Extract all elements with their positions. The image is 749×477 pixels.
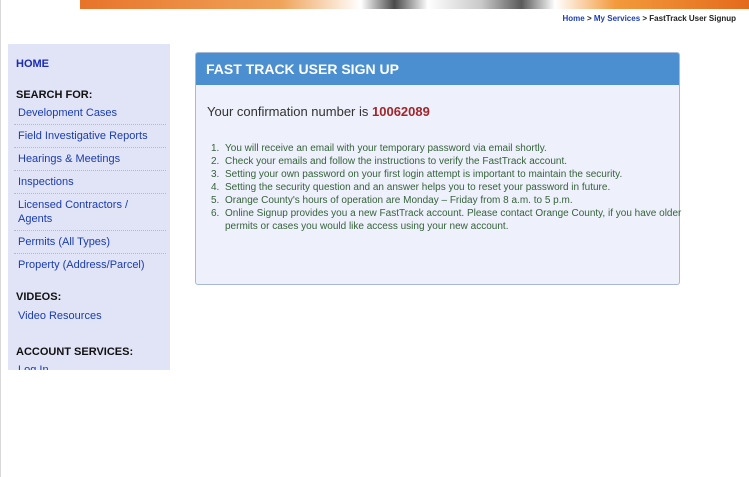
- list-item-text: Online Signup provides you a new FastTra…: [225, 208, 682, 232]
- confirmation-number: 10062089: [372, 104, 430, 119]
- account-services-list: Log In: [14, 359, 166, 370]
- breadcrumb-home-link[interactable]: Home: [563, 14, 585, 23]
- sidebar-item-log-in[interactable]: Log In: [14, 359, 166, 370]
- breadcrumb-my-services-link[interactable]: My Services: [594, 14, 640, 23]
- list-item: 2. Check your emails and follow the instr…: [211, 156, 567, 167]
- sidebar-nav: HOME SEARCH FOR: Development Cases Field…: [8, 44, 170, 370]
- list-item: 6. Online Signup provides you a new FastT…: [211, 208, 682, 232]
- confirmation-label: Your confirmation number is: [207, 104, 369, 119]
- search-for-list: Development Cases Field Investigative Re…: [14, 102, 166, 276]
- list-item-text: Orange County's hours of operation are M…: [225, 195, 573, 206]
- sidebar-home-link[interactable]: HOME: [16, 58, 49, 70]
- breadcrumb-separator: >: [642, 14, 648, 23]
- breadcrumb-current: FastTrack User Signup: [649, 14, 736, 23]
- list-item: 4. Setting the security question and an a…: [211, 182, 611, 193]
- list-item-text: Setting the security question and an ans…: [225, 182, 611, 193]
- breadcrumb-separator: >: [586, 14, 592, 23]
- sidebar-item-video-resources[interactable]: Video Resources: [14, 305, 166, 327]
- list-item-text: You will receive an email with your temp…: [225, 143, 547, 154]
- videos-list: Video Resources: [14, 305, 166, 327]
- sidebar-item-inspections[interactable]: Inspections: [14, 171, 166, 194]
- page-left-border: [0, 0, 1, 477]
- header-banner-image: [80, 0, 749, 9]
- sidebar-item-licensed-contractors[interactable]: Licensed Contractors / Agents: [14, 194, 166, 231]
- search-for-heading: SEARCH FOR:: [16, 89, 93, 101]
- account-services-heading: ACCOUNT SERVICES:: [16, 346, 134, 358]
- sidebar-item-permits[interactable]: Permits (All Types): [14, 231, 166, 254]
- instructions-list: 1. You will receive an email with your te…: [207, 142, 691, 233]
- confirmation-message: Your confirmation number is 10062089: [207, 104, 430, 119]
- breadcrumb: Home > My Services > FastTrack User Sign…: [563, 14, 736, 23]
- list-item: 3. Setting your own password on your firs…: [211, 169, 623, 180]
- signup-confirmation-panel: FAST TRACK USER SIGN UP Your confirmatio…: [195, 52, 681, 285]
- list-item-text: Setting your own password on your first …: [225, 169, 623, 180]
- list-item: 1. You will receive an email with your te…: [211, 143, 547, 154]
- sidebar-item-property[interactable]: Property (Address/Parcel): [14, 254, 166, 276]
- sidebar-item-hearings-meetings[interactable]: Hearings & Meetings: [14, 148, 166, 171]
- list-item: 5. Orange County's hours of operation are…: [211, 195, 573, 206]
- panel-title: FAST TRACK USER SIGN UP: [196, 53, 679, 85]
- sidebar-item-development-cases[interactable]: Development Cases: [14, 102, 166, 125]
- list-item-text: Check your emails and follow the instruc…: [225, 156, 567, 167]
- videos-heading: VIDEOS:: [16, 291, 62, 303]
- sidebar-item-field-investigative-reports[interactable]: Field Investigative Reports: [14, 125, 166, 148]
